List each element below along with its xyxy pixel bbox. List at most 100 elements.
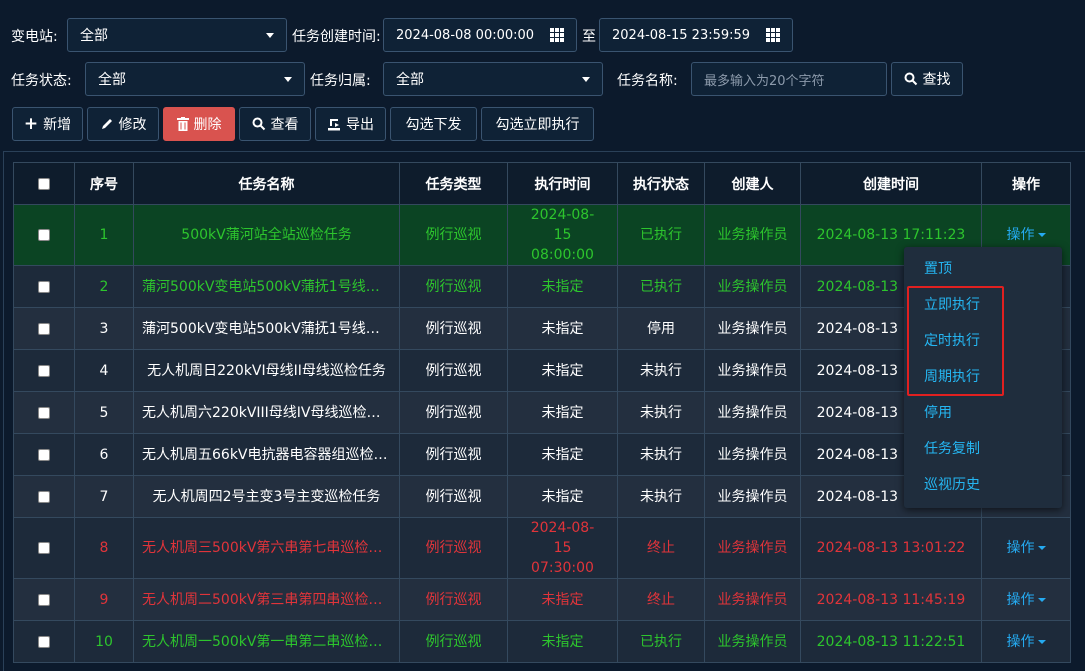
row-name: 蒲河500kV变电站500kV蒲抚1号线绝缘子巡检 [133, 265, 400, 308]
task-name-label: 任务名称: [617, 73, 678, 89]
row-created: 2024-08-13 11:45:19 [800, 578, 982, 621]
row-exec-time: 未指定 [507, 475, 618, 518]
check-execute-button-label: 勾选立即执行 [495, 117, 580, 133]
row-status: 停用 [617, 307, 705, 350]
view-button[interactable]: 查看 [239, 107, 311, 141]
row-checkbox[interactable] [38, 280, 50, 293]
chevron-down-icon [266, 32, 274, 38]
row-checkbox[interactable] [38, 542, 50, 554]
search-button-label: 查找 [922, 72, 951, 88]
row-status: 未执行 [617, 475, 705, 518]
row-creator: 业务操作员 [704, 265, 801, 308]
col-header: 创建人 [704, 162, 801, 205]
row-type: 例行巡视 [399, 391, 508, 434]
row-creator: 业务操作员 [704, 391, 801, 434]
row-name: 500kV蒲河站全站巡检任务 [133, 204, 400, 266]
col-header: 创建时间 [800, 162, 982, 205]
row-type: 例行巡视 [399, 204, 508, 266]
menu-item-pin-top[interactable]: 置顶 [924, 257, 952, 281]
check-execute-button[interactable]: 勾选立即执行 [481, 107, 594, 141]
row-exec-time: 未指定 [507, 307, 618, 350]
row-creator: 业务操作员 [704, 204, 801, 266]
row-exec-time: 未指定 [507, 620, 618, 663]
row-checkbox[interactable] [38, 406, 50, 419]
row-index: 5 [74, 391, 134, 434]
operation-dropdown[interactable]: 操作 [1007, 540, 1035, 556]
export-button[interactable]: 导出 [315, 107, 386, 141]
end-time-input[interactable]: 2024-08-15 23:59:59 [599, 18, 754, 52]
row-creator: 业务操作员 [704, 475, 801, 518]
row-exec-time: 未指定 [507, 433, 618, 476]
row-creator: 业务操作员 [704, 620, 801, 663]
row-checkbox[interactable] [38, 490, 50, 503]
start-calendar-button[interactable] [537, 18, 577, 52]
search-button[interactable]: 查找 [891, 62, 963, 96]
row-index: 1 [74, 204, 134, 266]
row-exec-time: 未指定 [507, 349, 618, 392]
operation-dropdown[interactable]: 操作 [1007, 227, 1035, 243]
row-index: 4 [74, 349, 134, 392]
caret-down-icon [1037, 597, 1046, 602]
row-name: 无人机周五66kV电抗器电容器组巡检任务 [133, 433, 400, 476]
row-status: 已执行 [617, 620, 705, 663]
row-exec-time: 2024-08-15 07:30:00 [507, 517, 618, 579]
start-time-input[interactable]: 2024-08-08 00:00:00 [383, 18, 538, 52]
col-header: 任务名称 [133, 162, 400, 205]
row-creator: 业务操作员 [704, 433, 801, 476]
row-status: 终止 [617, 517, 705, 579]
menu-item-disable[interactable]: 停用 [924, 401, 952, 425]
select-all-checkbox[interactable] [38, 177, 50, 190]
end-calendar-button[interactable] [753, 18, 793, 52]
operation-dropdown[interactable]: 操作 [1007, 634, 1035, 650]
owner-select[interactable]: 全部 [383, 62, 603, 96]
row-checkbox[interactable] [38, 635, 50, 648]
check-issue-button[interactable]: 勾选下发 [390, 107, 477, 141]
task-name-input[interactable]: 最多输入为20个字符 [691, 62, 887, 96]
row-checkbox[interactable] [38, 364, 50, 377]
search-icon [252, 117, 265, 131]
row-status: 已执行 [617, 265, 705, 308]
operation-dropdown[interactable]: 操作 [1007, 592, 1035, 608]
table-row[interactable]: 10 无人机周一500kV第一串第二串巡检任务 例行巡视 未指定 已执行 业务操… [13, 620, 1071, 663]
row-name: 无人机周日220kVI母线II母线巡检任务 [133, 349, 400, 392]
export-button-label: 导出 [346, 117, 374, 133]
row-type: 例行巡视 [399, 517, 508, 579]
col-header: 执行状态 [617, 162, 705, 205]
row-checkbox[interactable] [38, 593, 50, 606]
substation-select[interactable]: 全部 [67, 18, 287, 52]
row-checkbox[interactable] [38, 322, 50, 335]
row-created: 2024-08-13 11:22:51 [800, 620, 982, 663]
table-header-row: 序号 任务名称 任务类型 执行时间 执行状态 创建人 创建时间 操作 [13, 162, 1071, 205]
status-select[interactable]: 全部 [85, 62, 305, 96]
calendar-grid-icon [549, 28, 564, 42]
row-index: 6 [74, 433, 134, 476]
calendar-grid-icon [765, 28, 780, 42]
status-value: 全部 [98, 72, 126, 88]
add-button-label: 新增 [43, 117, 72, 133]
col-header: 执行时间 [507, 162, 618, 205]
row-name: 蒲河500kV变电站500kV蒲抚1号线绝缘子巡检 [133, 307, 400, 350]
row-type: 例行巡视 [399, 349, 508, 392]
delete-button[interactable]: 删除 [163, 107, 235, 141]
edit-button[interactable]: 修改 [87, 107, 159, 141]
row-name: 无人机周一500kV第一串第二串巡检任务 [133, 620, 400, 663]
row-name: 无人机周四2号主变3号主变巡检任务 [133, 475, 400, 518]
chevron-down-icon [582, 76, 590, 82]
row-checkbox[interactable] [38, 229, 50, 241]
table-row[interactable]: 8 无人机周三500kV第六串第七串巡检任务 例行巡视 2024-08-15 0… [13, 517, 1071, 579]
row-name: 无人机周二500kV第三串第四串巡检任务 [133, 578, 400, 621]
row-creator: 业务操作员 [704, 349, 801, 392]
row-index: 7 [74, 475, 134, 518]
menu-item-inspection-history[interactable]: 巡视历史 [924, 473, 980, 497]
add-button[interactable]: + 新增 [12, 107, 83, 141]
highlight-box [907, 286, 1004, 396]
row-type: 例行巡视 [399, 578, 508, 621]
row-checkbox[interactable] [38, 448, 50, 461]
row-type: 例行巡视 [399, 475, 508, 518]
menu-item-copy-task[interactable]: 任务复制 [924, 437, 980, 461]
delete-button-label: 删除 [193, 117, 222, 133]
table-row[interactable]: 9 无人机周二500kV第三串第四串巡检任务 例行巡视 未指定 终止 业务操作员… [13, 578, 1071, 621]
row-created: 2024-08-13 13:01:22 [800, 517, 982, 579]
row-exec-time: 2024-08-15 08:00:00 [507, 204, 618, 266]
select-all-cell[interactable] [13, 162, 75, 205]
